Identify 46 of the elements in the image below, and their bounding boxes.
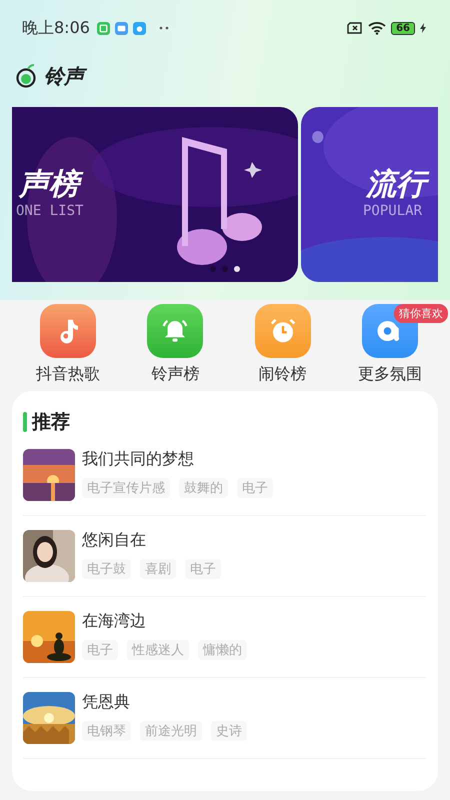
- shortcut-label[interactable]: 更多氛围: [358, 364, 422, 385]
- tag: 慵懒的: [198, 640, 247, 660]
- shortcut-label[interactable]: 铃声榜: [151, 364, 200, 385]
- banner[interactable]: 声榜 ONE LIST: [12, 107, 298, 282]
- banner-title: 声榜: [16, 167, 84, 203]
- section-title: 推荐: [32, 410, 70, 435]
- tag: 电子: [237, 478, 273, 498]
- tag: 史诗: [211, 721, 247, 741]
- tag: 前途光明: [140, 721, 202, 741]
- shortcut-label[interactable]: 抖音热歌: [36, 364, 100, 385]
- sim-error-icon: [347, 22, 364, 34]
- accent-bar: [23, 412, 27, 432]
- tag: 性感迷人: [127, 640, 189, 660]
- song-title: 在海湾边: [82, 611, 147, 632]
- song-title: 悠闲自在: [82, 530, 147, 551]
- song-item[interactable]: 悠闲自在 电子鼓 喜剧 电子: [23, 530, 426, 597]
- logo-icon: [16, 64, 38, 88]
- banner-subtitle: ONE LIST: [16, 203, 84, 219]
- song-title: 凭恩典: [82, 692, 131, 713]
- battery-level: 66: [391, 22, 415, 34]
- wifi-icon: [368, 21, 386, 35]
- shortcut-label[interactable]: 闹铃榜: [258, 364, 307, 385]
- banner-title: 流行: [363, 167, 430, 203]
- song-item[interactable]: 我们共同的梦想 电子宣传片感 鼓舞的 电子: [23, 449, 426, 516]
- more-dots-icon: [158, 26, 169, 30]
- song-item[interactable]: 凭恩典 电钢琴 前途光明 史诗: [23, 692, 426, 759]
- song-item[interactable]: 在海湾边 电子 性感迷人 慵懒的: [23, 611, 426, 678]
- bell-icon[interactable]: [147, 304, 204, 358]
- tag: 电子: [82, 640, 118, 660]
- badge: 猜你喜欢: [394, 304, 448, 323]
- song-title: 我们共同的梦想: [82, 449, 195, 470]
- charging-icon: [420, 23, 426, 33]
- app-notification-icon: [114, 22, 128, 34]
- cloud-icon: [132, 22, 146, 34]
- tag: 电子: [185, 559, 221, 579]
- tag: 喜剧: [140, 559, 176, 579]
- music-note-icon[interactable]: [40, 304, 96, 358]
- tag: 电子宣传片感: [82, 478, 170, 498]
- status-time: 晚上8:06: [22, 18, 90, 38]
- tag: 电子鼓: [82, 559, 131, 579]
- banner[interactable]: 流行 POPULAR: [301, 107, 438, 282]
- banner-subtitle: POPULAR: [363, 203, 424, 219]
- tag: 电钢琴: [82, 721, 131, 741]
- alarm-clock-icon[interactable]: [254, 304, 311, 358]
- app-notification-icon: [96, 22, 110, 34]
- tag: 鼓舞的: [179, 478, 228, 498]
